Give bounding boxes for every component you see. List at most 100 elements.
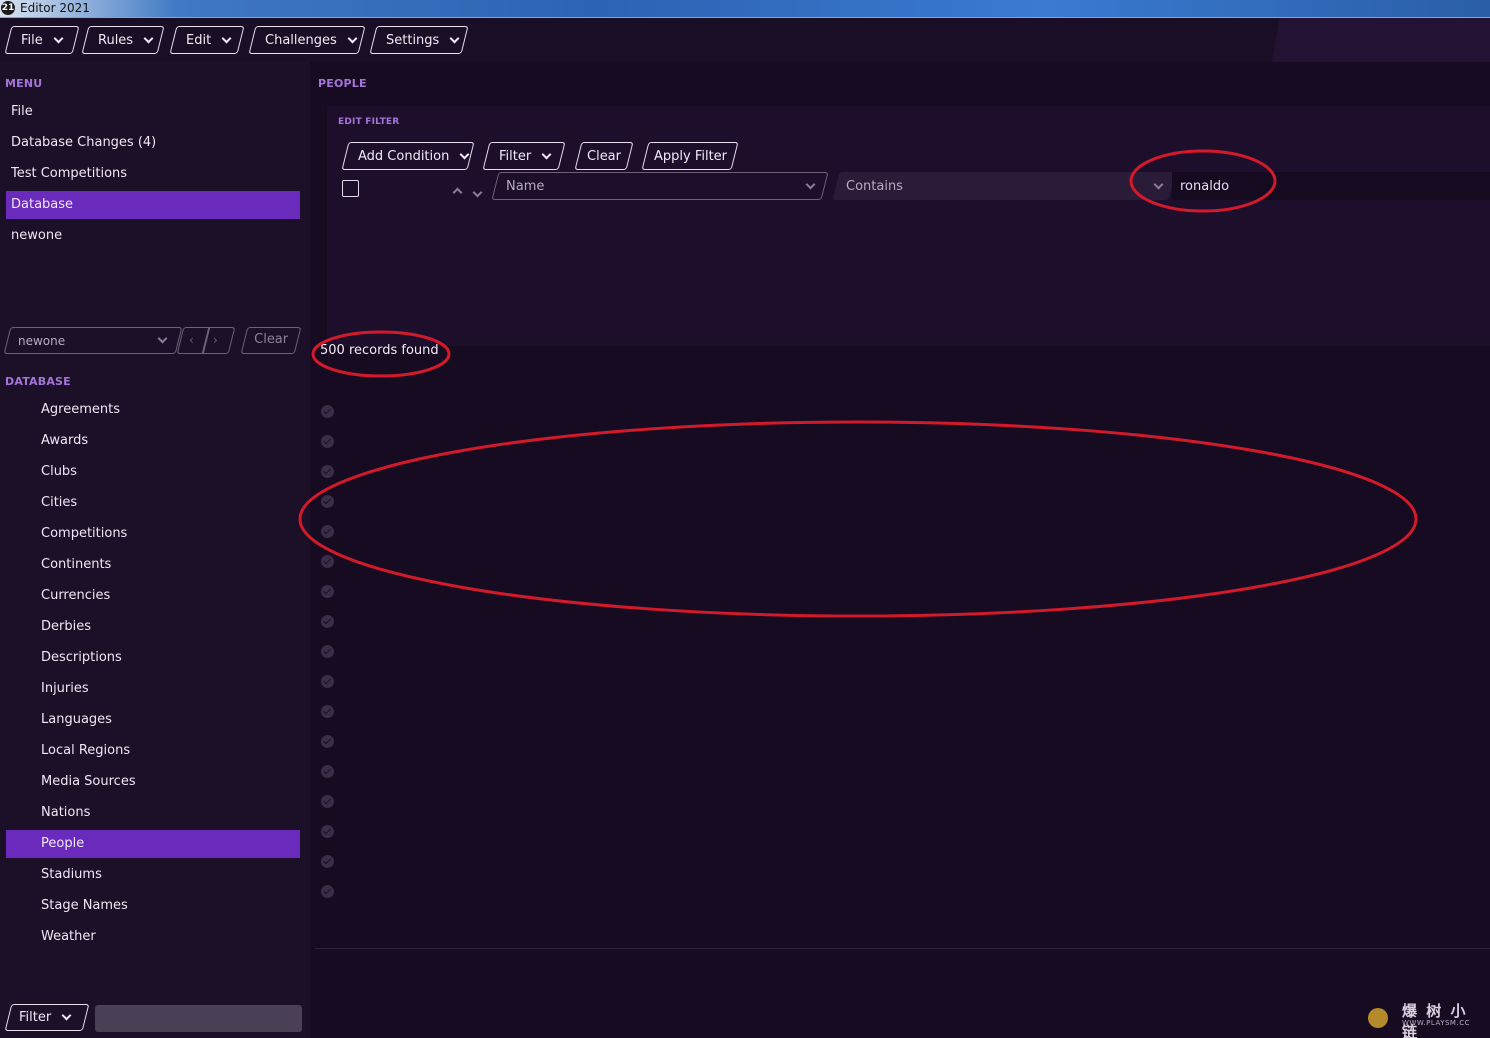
row-check-icon[interactable] — [321, 825, 334, 838]
condition-field-select[interactable]: Name — [491, 172, 829, 200]
results-divider — [315, 948, 1490, 949]
sidebar-item-languages[interactable]: Languages — [6, 706, 300, 734]
menu-edit-label: Edit — [186, 32, 212, 48]
condition-field-value: Name — [506, 178, 545, 194]
sidebar-item-clubs[interactable]: Clubs — [6, 458, 300, 486]
row-check-icon[interactable] — [321, 615, 334, 628]
menu-challenges-button[interactable]: Challenges — [248, 26, 366, 54]
clear-filter-button[interactable]: Clear — [574, 142, 634, 170]
chevron-down-icon — [53, 33, 64, 43]
clear-label: Clear — [587, 148, 621, 164]
condition-operator-value: Contains — [846, 178, 903, 194]
filter-dropdown-button[interactable]: Filter — [482, 142, 566, 170]
row-check-icon[interactable] — [321, 465, 334, 478]
row-check-icon[interactable] — [321, 885, 334, 898]
sidebar-item-stadiums[interactable]: Stadiums — [6, 861, 300, 889]
row-check-icon[interactable] — [321, 585, 334, 598]
row-check-icon[interactable] — [321, 705, 334, 718]
chevron-down-icon — [61, 1010, 72, 1021]
database-changes-select[interactable]: newone — [3, 327, 183, 354]
chevron-down-icon — [143, 33, 154, 43]
sidebar-item-stage-names[interactable]: Stage Names — [6, 892, 300, 920]
menu-edit-button[interactable]: Edit — [169, 26, 245, 54]
menu-settings-button[interactable]: Settings — [369, 26, 469, 54]
menu-settings-label: Settings — [386, 32, 440, 48]
row-check-icon[interactable] — [321, 735, 334, 748]
sidebar-item-file[interactable]: File — [6, 98, 300, 126]
sidebar-item-competitions[interactable]: Competitions — [6, 520, 300, 548]
sidebar-item-database[interactable]: Database — [6, 191, 300, 219]
window-titlebar: 21 Editor 2021 — [0, 0, 1490, 18]
row-check-icon[interactable] — [321, 555, 334, 568]
chevron-down-icon — [157, 333, 168, 344]
move-up-icon[interactable] — [452, 181, 463, 200]
sidebar-item-continents[interactable]: Continents — [6, 551, 300, 579]
row-check-icon[interactable] — [321, 645, 334, 658]
sidebar-item-nations[interactable]: Nations — [6, 799, 300, 827]
add-condition-label: Add Condition — [358, 148, 450, 164]
apply-filter-label: Apply Filter — [654, 148, 728, 164]
chevron-left-icon[interactable]: ‹ — [189, 328, 194, 353]
sidebar-item-people[interactable]: People — [6, 830, 300, 858]
row-check-icon[interactable] — [321, 435, 334, 448]
row-check-icon[interactable] — [321, 855, 334, 868]
watermark-url: WWW.PLAYSM.CC — [1402, 1019, 1470, 1027]
condition-operator-select[interactable]: Contains — [832, 172, 1176, 200]
row-check-icon[interactable] — [321, 495, 334, 508]
chevron-down-icon — [221, 33, 232, 43]
sidebar-item-injuries[interactable]: Injuries — [6, 675, 300, 703]
sidebar-filter-input[interactable] — [95, 1005, 302, 1032]
menu-section-label: MENU — [5, 77, 43, 90]
condition-value-input[interactable] — [1172, 172, 1490, 200]
menu-rules-button[interactable]: Rules — [81, 26, 165, 54]
watermark: 爆 树 小 链 WWW.PLAYSM.CC — [1364, 998, 1484, 1038]
menu-file-button[interactable]: File — [4, 26, 80, 54]
chevron-down-icon — [541, 149, 552, 159]
menu-file-label: File — [21, 32, 43, 48]
app-logo-icon: 21 — [1, 1, 15, 15]
sidebar-item-media-sources[interactable]: Media Sources — [6, 768, 300, 796]
nav-arrows: ‹ › — [176, 327, 236, 354]
row-check-icon[interactable] — [321, 525, 334, 538]
sidebar-clear-label: Clear — [254, 332, 289, 347]
edit-filter-label: EDIT FILTER — [338, 117, 400, 127]
records-found-count: 500 records found — [320, 343, 439, 358]
chevron-right-icon[interactable]: › — [213, 328, 218, 353]
sidebar-item-test-competitions[interactable]: Test Competitions — [6, 160, 300, 188]
sidebar-item-agreements[interactable]: Agreements — [6, 396, 300, 424]
condition-checkbox[interactable] — [342, 180, 359, 197]
menu-rules-label: Rules — [98, 32, 134, 48]
sidebar-item-derbies[interactable]: Derbies — [6, 613, 300, 641]
row-check-icon[interactable] — [321, 675, 334, 688]
row-check-icon[interactable] — [321, 795, 334, 808]
sidebar-filter-label: Filter — [19, 1010, 52, 1025]
move-down-icon[interactable] — [472, 181, 483, 200]
sidebar-filter-button[interactable]: Filter — [4, 1004, 90, 1031]
chevron-down-icon — [459, 149, 470, 159]
row-check-icon[interactable] — [321, 405, 334, 418]
chevron-down-icon — [1153, 179, 1164, 189]
sidebar-item-descriptions[interactable]: Descriptions — [6, 644, 300, 672]
chevron-down-icon — [347, 33, 358, 43]
sidebar-item-weather[interactable]: Weather — [6, 923, 300, 951]
add-condition-button[interactable]: Add Condition — [341, 142, 475, 170]
sidebar-item-awards[interactable]: Awards — [6, 427, 300, 455]
sidebar-item-currencies[interactable]: Currencies — [6, 582, 300, 610]
window-title: Editor 2021 — [20, 1, 90, 15]
database-section-label: DATABASE — [5, 375, 71, 388]
row-check-icon[interactable] — [321, 765, 334, 778]
chevron-down-icon — [805, 179, 816, 189]
sidebar-clear-button[interactable]: Clear — [240, 327, 302, 354]
chevron-down-icon — [449, 33, 460, 43]
page-title: PEOPLE — [318, 77, 367, 90]
bee-logo-icon — [1368, 1008, 1388, 1028]
menu-challenges-label: Challenges — [265, 32, 337, 48]
select-value: newone — [18, 333, 66, 348]
sidebar-item-local-regions[interactable]: Local Regions — [6, 737, 300, 765]
sidebar-item-database-changes[interactable]: Database Changes (4) — [6, 129, 300, 157]
sidebar-item-cities[interactable]: Cities — [6, 489, 300, 517]
sidebar-item-newone[interactable]: newone — [6, 222, 300, 250]
top-menu-bar: File Rules Edit Challenges Settings — [0, 26, 1490, 56]
filter-label: Filter — [499, 148, 532, 164]
apply-filter-button[interactable]: Apply Filter — [641, 142, 739, 170]
